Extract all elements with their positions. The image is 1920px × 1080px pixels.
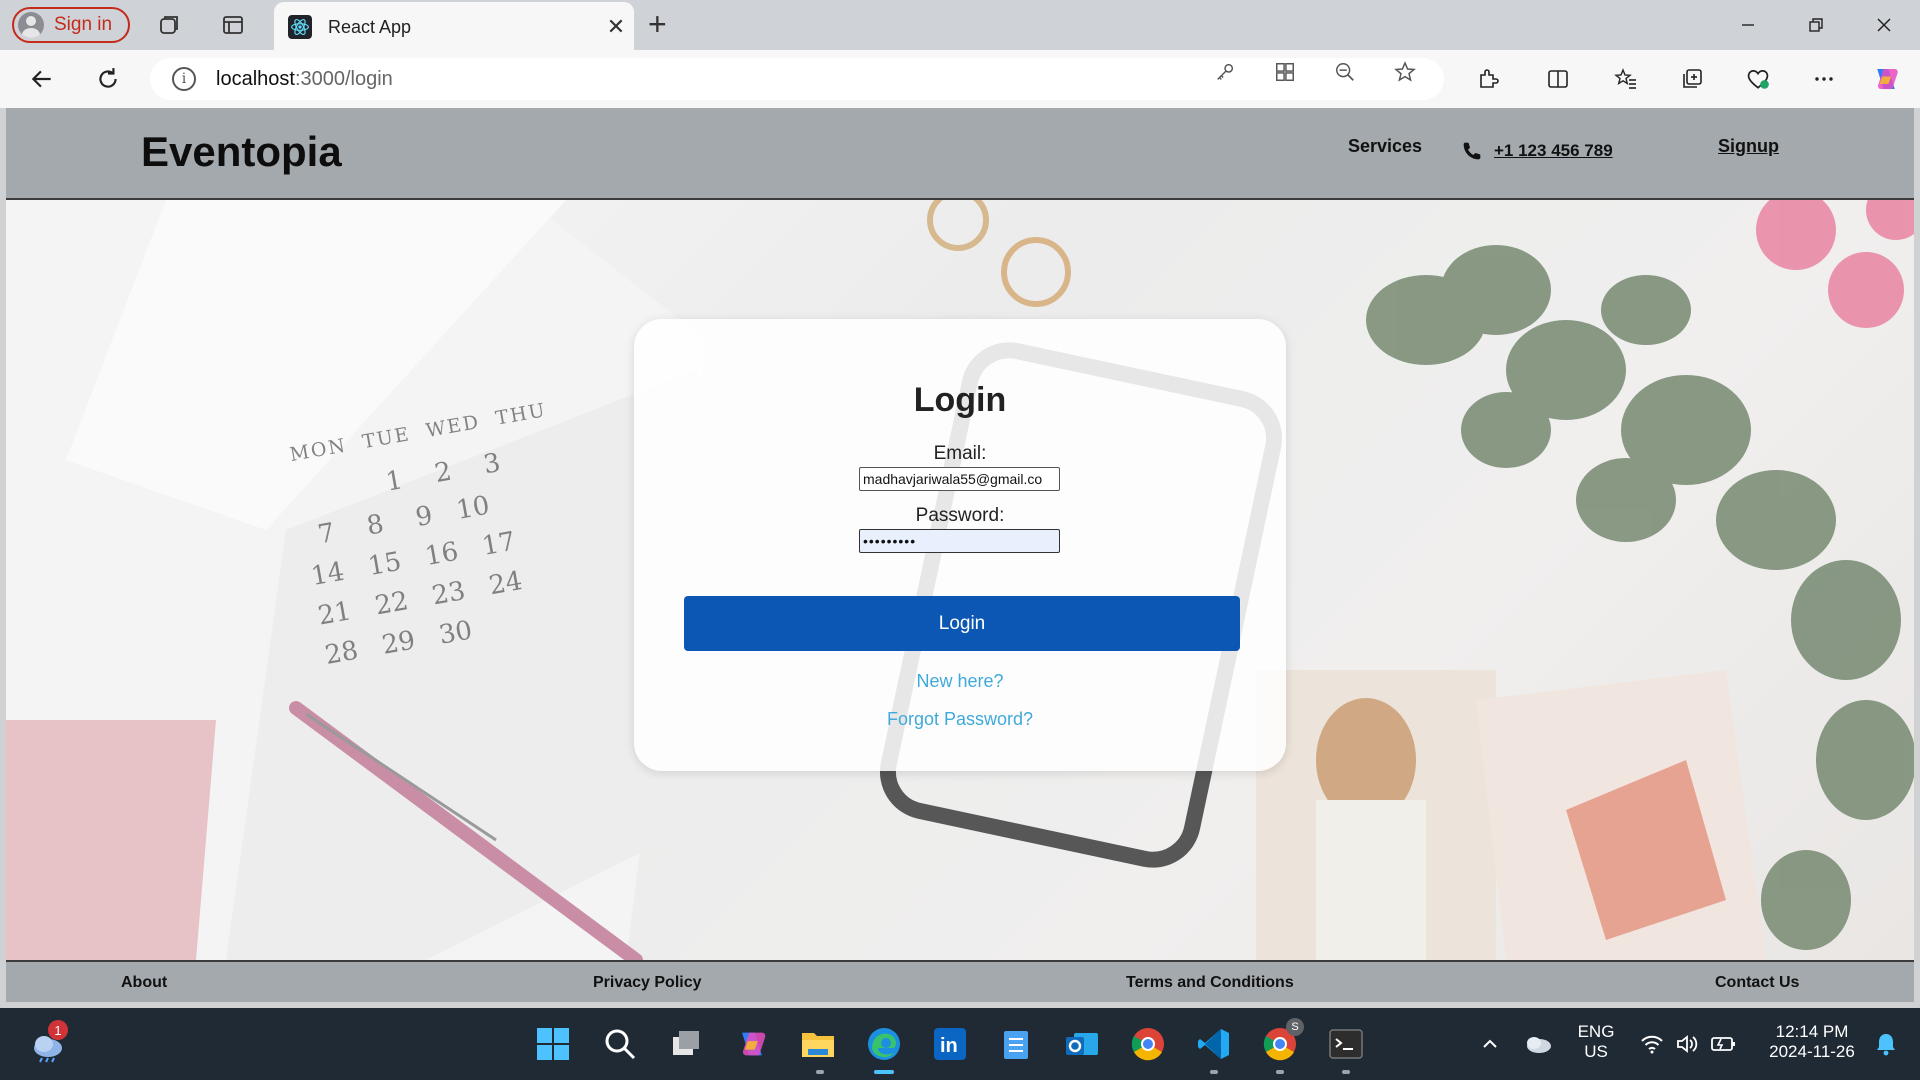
minimize-button[interactable] — [1724, 10, 1772, 40]
nav-signup-link[interactable]: Signup — [1718, 136, 1779, 157]
more-menu-icon[interactable] — [1808, 63, 1840, 95]
copilot-icon[interactable] — [1870, 63, 1902, 95]
chrome-icon[interactable] — [1128, 1024, 1168, 1064]
url-text: localhost:3000/login — [216, 68, 393, 91]
nav-services-link[interactable]: Services — [1348, 136, 1422, 157]
show-hidden-icons-chevron-icon[interactable] — [1470, 1024, 1510, 1064]
hero-background: MON TUE WED THU 1 2 3 7 8 9 10 14 15 16 … — [6, 200, 1914, 960]
site-header: Eventopia Services +1 123 456 789 Signup — [6, 108, 1914, 200]
chrome-profile-indicator — [1276, 1070, 1284, 1074]
browser-tab-bar: Sign in React App ✕ + — [0, 0, 1920, 52]
profile-signin-button[interactable]: Sign in — [12, 7, 130, 43]
signin-label: Sign in — [54, 14, 113, 35]
footer-about-link[interactable]: About — [121, 974, 167, 992]
favorites-icon[interactable] — [1610, 63, 1642, 95]
phone-icon — [1463, 142, 1481, 160]
refresh-icon[interactable] — [92, 63, 124, 95]
zoom-out-icon[interactable] — [1332, 59, 1358, 85]
phone-number: +1 123 456 789 — [1494, 141, 1613, 160]
clock-time: 12:14 PM — [1775, 1022, 1849, 1041]
weather-badge: 1 — [48, 1020, 68, 1040]
tab-title: React App — [328, 16, 412, 37]
search-icon[interactable] — [600, 1024, 640, 1064]
page-viewport: Eventopia Services +1 123 456 789 Signup — [6, 108, 1914, 1002]
language-line1: ENG — [1577, 1022, 1615, 1041]
back-icon[interactable] — [26, 63, 58, 95]
footer-contact-link[interactable]: Contact Us — [1715, 974, 1799, 992]
vscode-icon[interactable] — [1194, 1024, 1234, 1064]
site-info-icon[interactable]: i — [172, 67, 196, 91]
password-key-icon[interactable] — [1212, 59, 1238, 85]
url-host: localhost — [216, 67, 295, 90]
react-logo-icon — [288, 15, 312, 39]
copilot-taskbar-icon[interactable] — [732, 1024, 772, 1064]
app-available-icon[interactable] — [1272, 59, 1298, 85]
wifi-icon[interactable] — [1632, 1024, 1672, 1064]
vscode-indicator — [1210, 1070, 1218, 1074]
collections-icon[interactable] — [1676, 63, 1708, 95]
new-here-link[interactable]: New here? — [634, 671, 1286, 692]
url-path: :3000/login — [294, 67, 393, 90]
edge-active-indicator — [874, 1070, 894, 1074]
file-explorer-indicator — [816, 1070, 824, 1074]
password-field[interactable] — [859, 529, 1060, 553]
close-window-button[interactable] — [1860, 10, 1908, 40]
calendar-decoration: MON TUE WED THU 1 2 3 7 8 9 10 14 15 16 … — [288, 399, 549, 671]
password-label: Password: — [915, 505, 1005, 526]
brand-logo[interactable]: Eventopia — [141, 128, 342, 176]
edge-browser-icon[interactable] — [864, 1024, 904, 1064]
weather-widget-icon[interactable]: 1 — [28, 1020, 68, 1064]
browser-essentials-icon[interactable] — [1742, 63, 1774, 95]
footer-privacy-link[interactable]: Privacy Policy — [593, 974, 702, 992]
restore-button[interactable] — [1792, 10, 1840, 40]
workspaces-icon[interactable] — [154, 10, 184, 40]
terminal-indicator — [1342, 1070, 1350, 1074]
login-title: Login — [913, 381, 1007, 419]
split-screen-icon[interactable] — [1542, 63, 1574, 95]
file-explorer-icon[interactable] — [798, 1024, 838, 1064]
linkedin-icon[interactable]: in — [930, 1024, 970, 1064]
address-bar[interactable]: i localhost:3000/login — [150, 58, 1444, 100]
browser-toolbar: i localhost:3000/login — [0, 50, 1920, 108]
language-indicator[interactable]: ENG US — [1570, 1022, 1622, 1062]
language-line2: US — [1584, 1042, 1608, 1061]
clock[interactable]: 12:14 PM 2024-11-26 — [1756, 1022, 1868, 1062]
tab-close-icon[interactable]: ✕ — [598, 14, 634, 40]
notepad-icon[interactable] — [996, 1024, 1036, 1064]
task-view-icon[interactable] — [666, 1024, 706, 1064]
extensions-icon[interactable] — [1472, 63, 1504, 95]
outlook-icon[interactable] — [1062, 1024, 1102, 1064]
notification-bell-icon[interactable] — [1866, 1024, 1906, 1064]
tab-actions-icon[interactable] — [218, 10, 248, 40]
clock-date: 2024-11-26 — [1769, 1042, 1855, 1061]
volume-icon[interactable] — [1668, 1024, 1708, 1064]
login-card: Login Email: Password: Login New here? F… — [634, 319, 1286, 771]
nav-phone-link[interactable]: +1 123 456 789 — [1462, 141, 1613, 161]
windows-taskbar: 1 in S ENG US 12:14 PM 2024-11-26 — [0, 1008, 1920, 1080]
forgot-password-link[interactable]: Forgot Password? — [634, 709, 1286, 730]
email-label: Email: — [933, 443, 987, 464]
terminal-icon[interactable] — [1326, 1024, 1366, 1064]
profile-avatar-icon — [18, 12, 44, 38]
favorite-star-icon[interactable] — [1392, 59, 1418, 85]
chrome-profile-badge: S — [1286, 1018, 1304, 1036]
footer-terms-link[interactable]: Terms and Conditions — [1126, 974, 1294, 992]
site-footer: About Privacy Policy Terms and Condition… — [6, 960, 1914, 1002]
new-tab-button[interactable]: + — [648, 6, 667, 43]
email-field[interactable] — [859, 467, 1060, 491]
svg-text:in: in — [940, 1035, 958, 1057]
login-button[interactable]: Login — [684, 596, 1240, 651]
chrome-profile-icon[interactable]: S — [1260, 1018, 1304, 1064]
battery-icon[interactable] — [1704, 1024, 1744, 1064]
onedrive-weather-icon[interactable] — [1518, 1024, 1558, 1064]
tab-react-app[interactable]: React App ✕ — [274, 2, 634, 52]
start-windows-icon[interactable] — [533, 1024, 573, 1064]
